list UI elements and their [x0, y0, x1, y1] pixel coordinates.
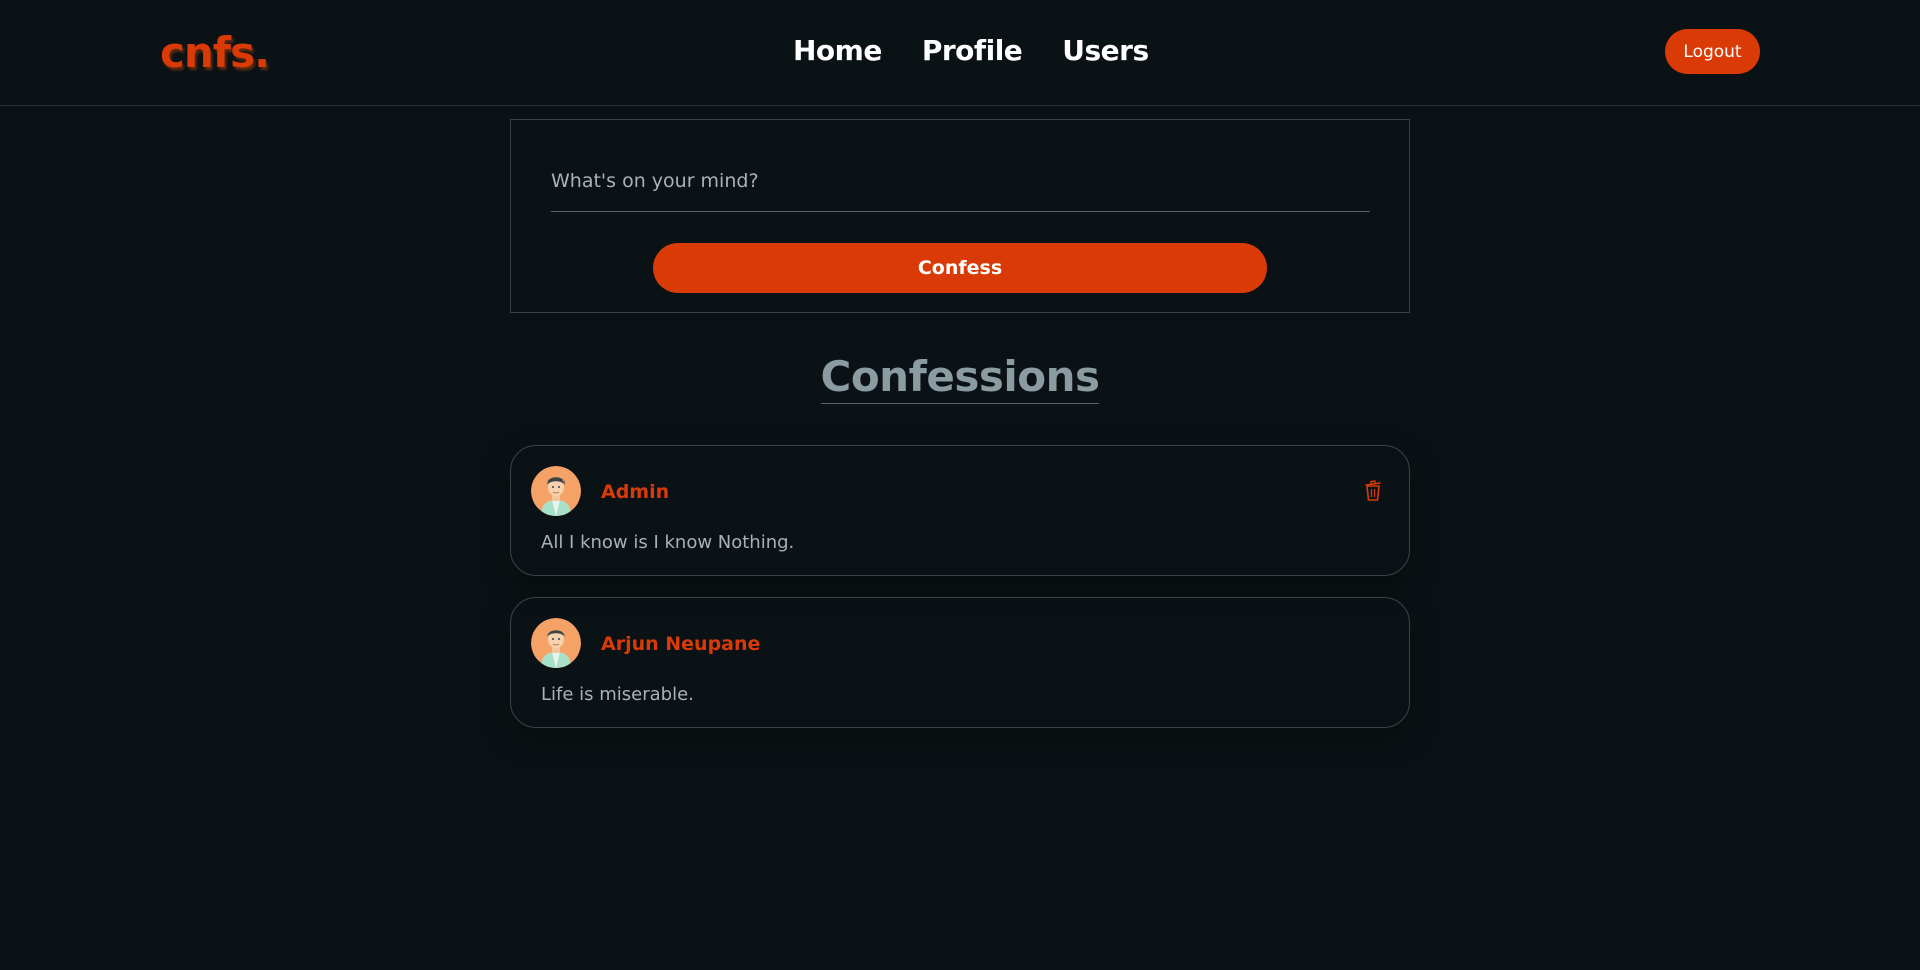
post-text: Life is miserable. [541, 684, 694, 705]
navbar: cnfs. Home Profile Users Logout [0, 0, 1920, 106]
section-heading: Confessions [0, 352, 1920, 404]
post-author[interactable]: Admin [601, 481, 669, 503]
nav-links: Home Profile Users [793, 34, 1149, 67]
confession-card: Admin All I know is I know Nothing. [510, 445, 1410, 576]
nav-link-home[interactable]: Home [793, 34, 882, 67]
user-avatar-icon[interactable] [531, 618, 581, 668]
confession-input[interactable] [551, 150, 1370, 212]
confessions-title: Confessions [820, 352, 1100, 404]
nav-link-users[interactable]: Users [1062, 34, 1149, 67]
compose-box: Confess [510, 119, 1410, 313]
confess-button[interactable]: Confess [653, 243, 1267, 293]
confession-card: Arjun Neupane Life is miserable. [510, 597, 1410, 728]
logo[interactable]: cnfs. [160, 28, 270, 77]
post-author[interactable]: Arjun Neupane [601, 633, 760, 655]
user-avatar-icon[interactable] [531, 466, 581, 516]
nav-link-profile[interactable]: Profile [922, 34, 1023, 67]
post-text: All I know is I know Nothing. [541, 532, 795, 553]
logout-button[interactable]: Logout [1665, 29, 1760, 74]
delete-icon[interactable] [1363, 479, 1383, 503]
